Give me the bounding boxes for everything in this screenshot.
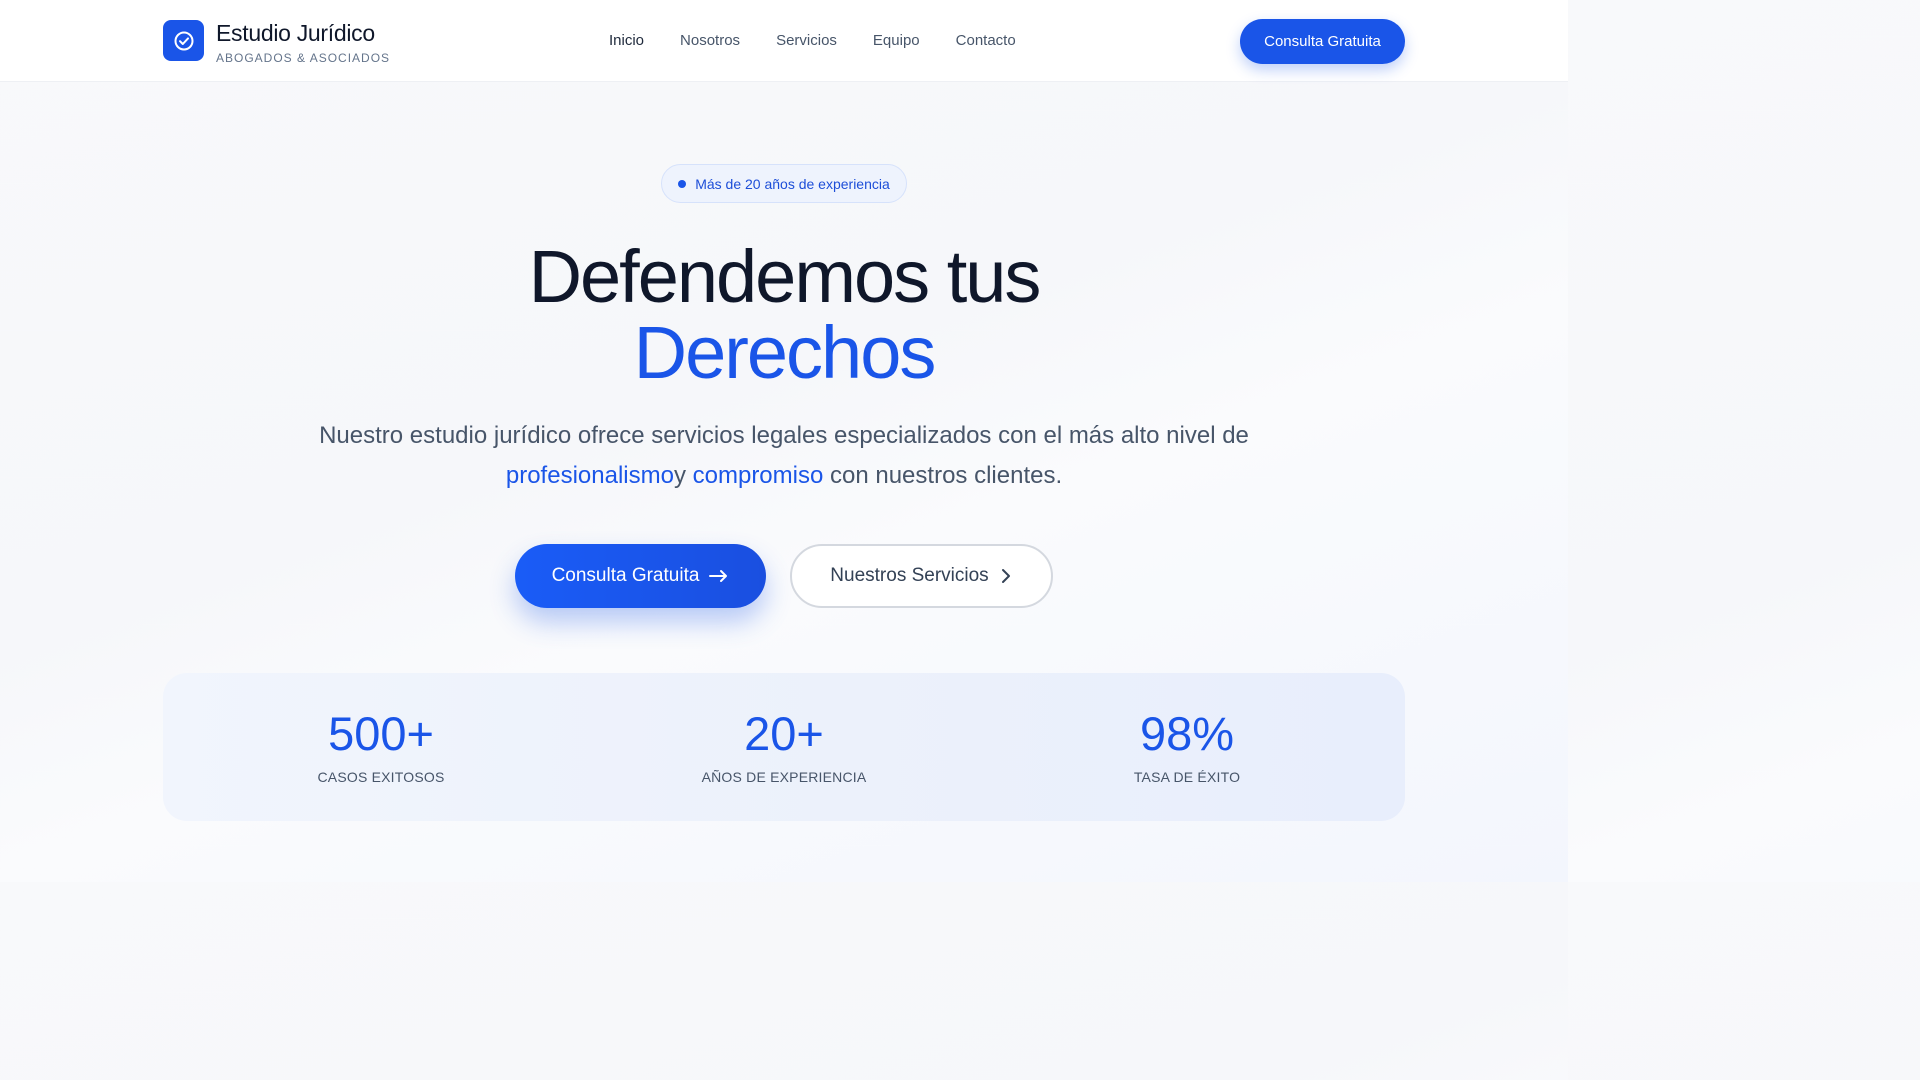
stat-success-rate: 98% TASA DE ÉXITO xyxy=(1037,703,1337,785)
hero-title: Defendemos tus xyxy=(528,235,1042,318)
consultation-button-label: Consulta Gratuita xyxy=(551,565,700,586)
hero-subtitle: Nuestro estudio jurídico ofrece servicio… xyxy=(284,416,1284,496)
subtitle-accent-profesionalismo: profesionalismo xyxy=(505,462,674,489)
top-navbar: Estudio Jurídico ABOGADOS & ASOCIADOS In… xyxy=(0,0,1568,82)
subtitle-accent-compromiso: compromiso xyxy=(692,462,824,489)
subtitle-text-3: con nuestros clientes. xyxy=(830,462,1063,489)
services-button-label: Nuestros Servicios xyxy=(830,565,989,586)
nav-link-inicio[interactable]: Inicio xyxy=(609,32,644,49)
stat-label: TASA DE ÉXITO xyxy=(1133,769,1241,785)
hero-title-accent: Derechos xyxy=(633,311,937,394)
chevron-right-icon xyxy=(999,568,1013,584)
brand-name: Estudio Jurídico xyxy=(216,20,375,46)
nav-link-equipo[interactable]: Equipo xyxy=(873,32,920,49)
stat-cases: 500+ CASOS EXITOSOS xyxy=(231,703,531,785)
stat-value: 20+ xyxy=(744,707,824,760)
subtitle-text-1: Nuestro estudio jurídico ofrece servicio… xyxy=(319,422,1249,449)
stat-years: 20+ AÑOS DE EXPERIENCIA xyxy=(634,703,934,785)
badge-text: Más de 20 años de experiencia xyxy=(695,175,890,192)
stats-panel: 500+ CASOS EXITOSOS 20+ AÑOS DE EXPERIEN… xyxy=(163,673,1405,821)
experience-badge: Más de 20 años de experiencia xyxy=(661,164,907,203)
header-consultation-button[interactable]: Consulta Gratuita xyxy=(1240,19,1405,64)
services-button[interactable]: Nuestros Servicios xyxy=(790,544,1053,608)
nav-link-servicios[interactable]: Servicios xyxy=(776,32,837,49)
stat-value: 500+ xyxy=(328,707,434,760)
stat-value: 98% xyxy=(1139,707,1235,760)
nav-link-nosotros[interactable]: Nosotros xyxy=(680,32,740,49)
consultation-button[interactable]: Consulta Gratuita xyxy=(515,544,766,608)
arrow-right-icon xyxy=(709,569,729,583)
check-circle-icon xyxy=(173,30,195,52)
main-nav: Inicio Nosotros Servicios Equipo Contact… xyxy=(609,32,1052,49)
brand-subtitle: ABOGADOS & ASOCIADOS xyxy=(216,51,391,65)
subtitle-text-2: y xyxy=(673,462,686,489)
logo[interactable] xyxy=(163,20,204,61)
badge-dot-icon xyxy=(678,179,687,188)
nav-link-contacto[interactable]: Contacto xyxy=(956,32,1016,49)
stat-label: CASOS EXITOSOS xyxy=(317,769,445,785)
stat-label: AÑOS DE EXPERIENCIA xyxy=(701,769,867,785)
